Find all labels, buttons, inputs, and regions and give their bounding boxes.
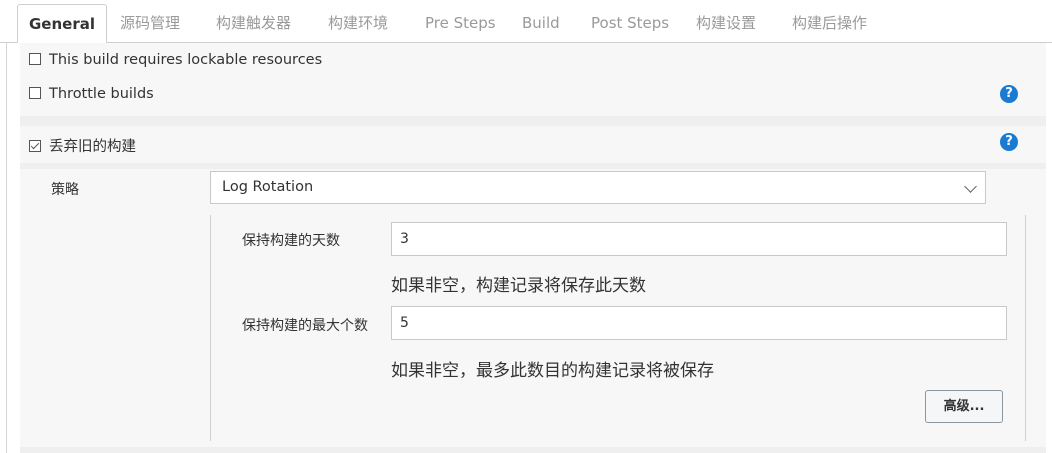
num-to-keep-hint: 如果非空，最多此数目的构建记录将被保存 xyxy=(391,361,714,381)
throttle-builds-option[interactable]: Throttle builds xyxy=(29,86,154,102)
num-to-keep-input[interactable]: 5 xyxy=(391,306,1007,340)
discard-old-builds-label: 丢弃旧的构建 xyxy=(49,139,136,155)
lockable-resources-label: This build requires lockable resources xyxy=(49,52,323,68)
tab-build-settings[interactable]: 构建设置 xyxy=(696,0,756,43)
lockable-resources-option[interactable]: This build requires lockable resources xyxy=(29,52,322,68)
chevron-down-icon xyxy=(964,180,977,193)
tab-general[interactable]: General xyxy=(17,4,107,44)
strategy-selected-value: Log Rotation xyxy=(222,179,314,195)
discard-old-builds-checkbox[interactable] xyxy=(29,140,41,152)
days-to-keep-label: 保持构建的天数 xyxy=(242,233,340,249)
throttle-builds-checkbox[interactable] xyxy=(29,87,41,99)
advanced-button[interactable]: 高级... xyxy=(925,390,1003,423)
strategy-select[interactable]: Log Rotation xyxy=(210,171,986,204)
bottom-band xyxy=(20,447,1046,453)
days-to-keep-input[interactable]: 3 xyxy=(391,222,1007,256)
tab-bar: General 源码管理 构建触发器 构建环境 Pre Steps Build … xyxy=(0,0,1052,44)
tab-post-build-actions[interactable]: 构建后操作 xyxy=(792,0,867,43)
tab-build-triggers[interactable]: 构建触发器 xyxy=(216,0,291,43)
strategy-label: 策略 xyxy=(51,182,79,198)
throttle-help-icon[interactable]: ? xyxy=(1000,85,1018,103)
tab-build[interactable]: Build xyxy=(522,0,560,43)
discard-old-builds-option[interactable]: 丢弃旧的构建 xyxy=(29,135,136,156)
section-divider xyxy=(20,116,1046,126)
num-to-keep-label: 保持构建的最大个数 xyxy=(242,318,368,334)
tab-source-management[interactable]: 源码管理 xyxy=(120,0,180,43)
tab-post-steps[interactable]: Post Steps xyxy=(591,0,669,43)
discard-help-icon[interactable]: ? xyxy=(1000,133,1018,151)
section-divider-2 xyxy=(20,163,1046,169)
tab-build-environment[interactable]: 构建环境 xyxy=(328,0,388,43)
tab-pre-steps[interactable]: Pre Steps xyxy=(425,0,496,43)
lockable-resources-checkbox[interactable] xyxy=(29,53,41,65)
throttle-builds-label: Throttle builds xyxy=(49,86,154,102)
days-to-keep-hint: 如果非空，构建记录将保存此天数 xyxy=(391,276,646,296)
